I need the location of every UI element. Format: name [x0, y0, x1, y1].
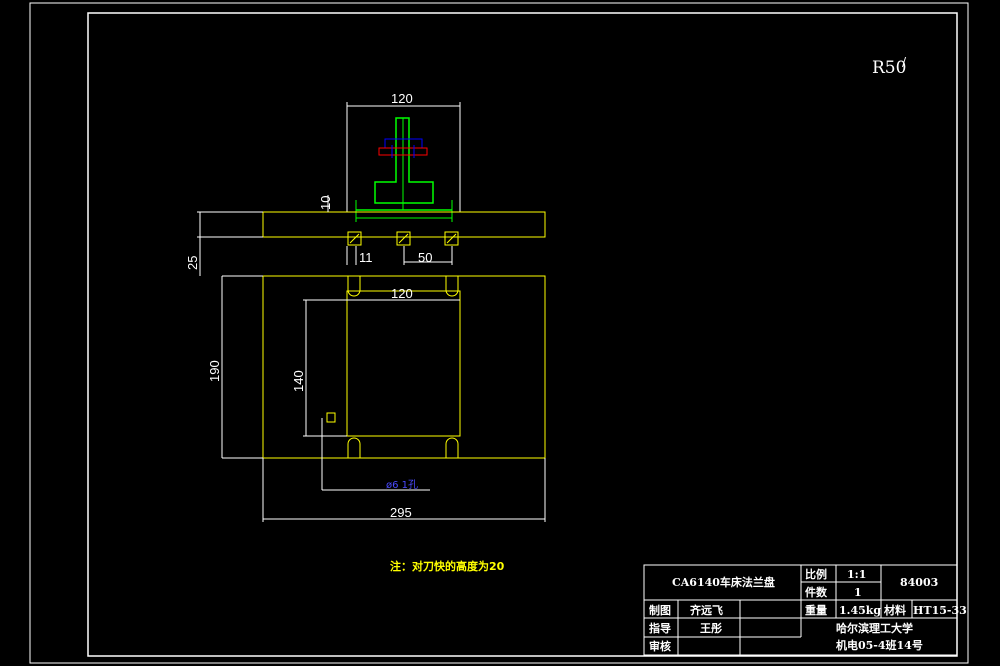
drawing-number: 84003 — [900, 576, 938, 589]
drawn-label: 制图 — [649, 603, 671, 617]
base-body — [221, 275, 546, 522]
drawing-sheet: R50 / 10 25 120 11 50 120 140 190 295 ø6… — [29, 2, 969, 664]
drawing-note: 注：对刀快的高度为20 — [390, 559, 505, 573]
inner-frame — [87, 12, 958, 657]
dim-top-width: 120 — [391, 91, 413, 106]
qty-label: 件数 — [805, 585, 828, 599]
dim-inner-width: 120 — [391, 286, 413, 301]
dim-overall-width: 295 — [390, 505, 412, 520]
fixture-top-part — [346, 102, 461, 222]
qty-value: 1 — [854, 586, 862, 599]
scale-label: 比例 — [805, 567, 827, 581]
scale-value: 1:1 — [847, 568, 866, 581]
material-label: 材料 — [884, 603, 906, 617]
dim-outer-height: 190 — [207, 360, 222, 382]
dim-inner-height: 140 — [291, 370, 306, 392]
dim-gap-height: 10 — [318, 196, 333, 210]
material-value: HT15-33 — [913, 604, 967, 617]
guide-label: 指导 — [649, 621, 671, 635]
weight-value: 1.45kg — [839, 604, 881, 617]
clamp-plate — [197, 211, 546, 276]
drawn-by: 齐远飞 — [690, 603, 723, 617]
school-name: 哈尔滨理工大学 — [836, 621, 913, 635]
review-label: 审核 — [649, 639, 671, 653]
guide-by: 王彤 — [700, 622, 722, 635]
weight-label: 重量 — [805, 603, 827, 617]
dim-hole-callout: ø6 1孔 — [386, 479, 418, 491]
part-name: CA6140车床法兰盘 — [672, 575, 775, 589]
class-info: 机电05-4班14号 — [836, 638, 923, 652]
dim-hole-pitch: 50 — [418, 250, 432, 265]
dim-left-height: 25 — [185, 256, 200, 270]
dim-hole-offset: 11 — [359, 250, 373, 265]
